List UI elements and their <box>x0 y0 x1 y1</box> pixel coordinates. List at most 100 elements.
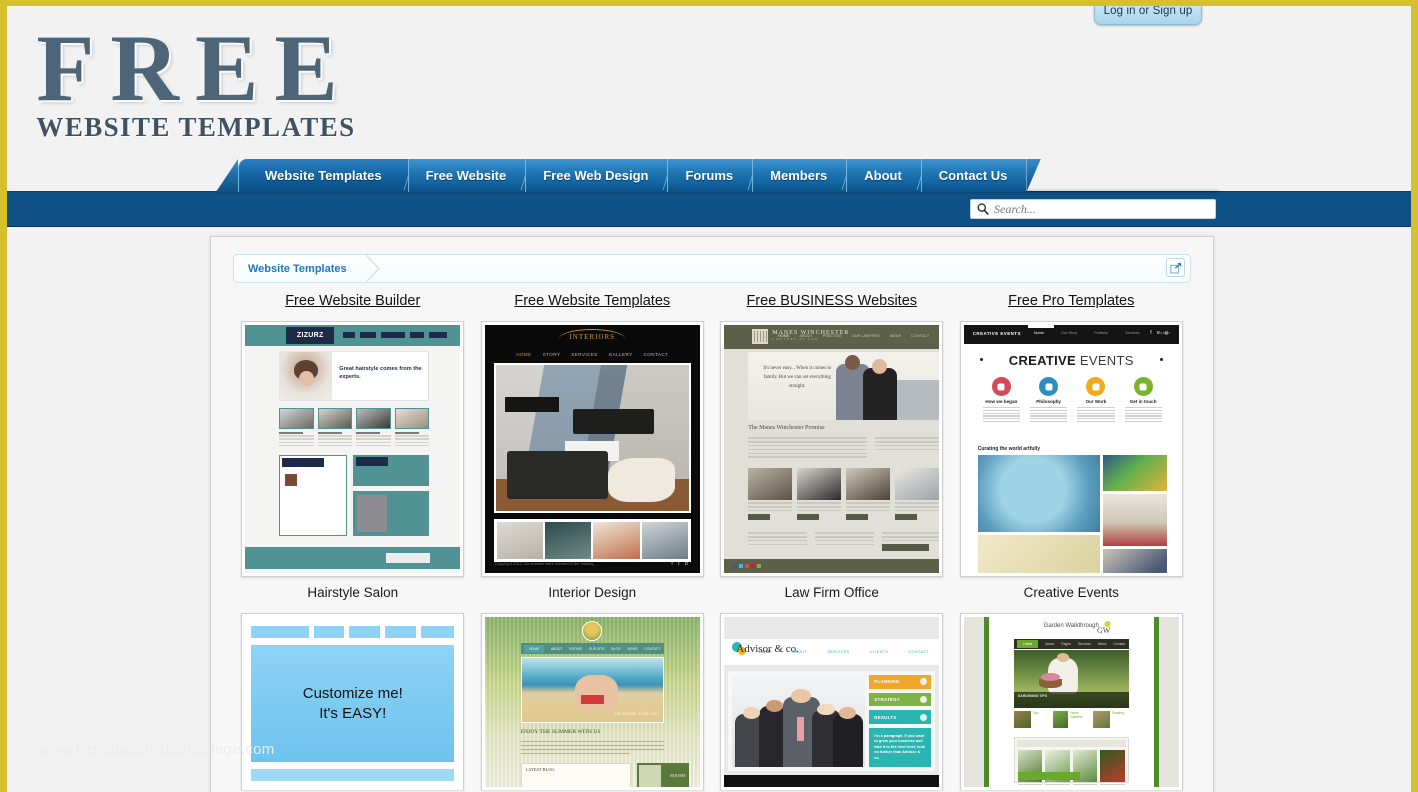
template-name: Interior Design <box>548 585 637 600</box>
category-link-free-website-templates[interactable]: Free Website Templates <box>473 293 713 309</box>
preview-footer <box>724 559 940 573</box>
category-link-free-business-websites[interactable]: Free BUSINESS Websites <box>712 293 952 309</box>
nav-label: Free Web Design <box>543 168 649 183</box>
preview-blurb: I'm a paragraph. If you want to grow you… <box>869 727 932 767</box>
preview-feature-icons: How we began Philosophy Our Work Get in … <box>978 377 1167 424</box>
nav-item-website-templates[interactable]: Website Templates <box>238 159 413 192</box>
preview-headline-2: It's EASY! <box>319 704 387 722</box>
preview-bar-label: PLANNING <box>874 679 900 685</box>
preview-brand: INTERIORS <box>569 333 616 341</box>
template-name: Creative Events <box>1023 585 1119 600</box>
template-preview-interior-design[interactable]: INTERIORS HOME STORY SERVICES GALLERY CONTAC… <box>480 321 704 577</box>
breadcrumb-bar: Website Templates <box>233 254 1191 283</box>
preview-social-icons: f v g <box>1150 330 1170 336</box>
template-preview-creative-events[interactable]: CREATIVE EVENTS Home Our Story Portfolio Se… <box>959 321 1183 577</box>
nav-item-free-web-design[interactable]: Free Web Design <box>525 159 673 192</box>
preview-bar: PLANNING <box>869 675 932 689</box>
preview-nav: HOME ABOUT ROOMS OUR SITE BLOG NEWS CONTACT <box>520 643 664 654</box>
nav-item-free-website[interactable]: Free Website <box>407 159 531 192</box>
preview-cards <box>279 408 430 447</box>
main-navigation: Website Templates Free Website Free Web … <box>216 159 1050 192</box>
preview-bar-label: STRATEGY <box>874 696 901 702</box>
nav-left-edge <box>216 159 238 192</box>
nav-item-forums[interactable]: Forums <box>667 159 758 192</box>
preview-hero-caption: GARDENING TIPS <box>1017 694 1047 698</box>
nav-label: About <box>864 168 902 183</box>
template-card[interactable]: ZIZURZ Great hairstyle comes from the ex… <box>233 321 473 613</box>
content-panel: Website Templates Free Website Builder F… <box>210 236 1214 792</box>
breadcrumb-item-website-templates[interactable]: Website Templates <box>234 255 369 282</box>
preview-headline: Great hairstyle comes from the experts. <box>339 366 422 380</box>
nav-item-members[interactable]: Members <box>752 159 852 192</box>
preview-logo-mark: GW <box>1097 621 1111 635</box>
preview-featured <box>1013 737 1129 787</box>
preview-title-light: EVENTS <box>1079 353 1134 368</box>
preview-hero: It's never easy... When it comes to fami… <box>748 352 940 420</box>
category-link-free-website-builder[interactable]: Free Website Builder <box>233 293 473 309</box>
preview-bar: RESULTS <box>869 710 932 724</box>
preview-title: CREATIVE EVENTS <box>964 353 1179 368</box>
preview-cards <box>748 468 940 521</box>
preview-nav <box>343 332 448 338</box>
template-card[interactable]: MANES WINCHESTER LAWYERS AT LAW HOME ABOU… <box>712 321 952 613</box>
preview-brand: CREATIVE EVENTS <box>972 331 1021 336</box>
preview-social-icons: f t b <box>671 561 690 567</box>
search-box[interactable] <box>970 199 1216 219</box>
nav-item-about[interactable]: About <box>846 159 927 192</box>
preview-thumbnail-strip <box>493 519 691 562</box>
preview-headline: It's never easy... When it comes to fami… <box>763 366 832 389</box>
site-logo: FREE WEBSITE TEMPLATES <box>7 20 1411 142</box>
template-card[interactable]: Garden Walkthrough GW Home About Pages Serv… <box>952 613 1192 790</box>
page-watermark: www.heritagechristiancollege.com <box>39 741 275 758</box>
expand-popout-button[interactable] <box>1166 258 1185 277</box>
preview-feature: How we began <box>978 377 1025 424</box>
chevron-right-icon <box>366 255 380 282</box>
svg-text:GW: GW <box>1097 626 1111 635</box>
preview-nav <box>251 626 455 638</box>
nav-right-edge <box>1026 159 1041 192</box>
template-preview-summer-resort[interactable]: HOME ABOUT ROOMS OUR SITE BLOG NEWS CONTACT th… <box>480 613 704 790</box>
preview-nav: HOME ABOUT SERVICES CLIENTS CONTACT <box>759 650 930 654</box>
logo-secondary-text: WEBSITE TEMPLATES <box>36 112 356 142</box>
preview-blog-title: LATEST BLOG <box>525 767 555 772</box>
preview-title-bold: CREATIVE <box>1008 353 1076 368</box>
nav-label: Forums <box>685 168 734 183</box>
template-card[interactable]: Advisor & co. HOME ABOUT SERVICES CLIENTS CO… <box>712 613 952 790</box>
preview-section-title: ENJOY THE SUMMER WITH US <box>520 729 601 735</box>
preview-headline-1: Customize me! <box>302 684 403 702</box>
preview-sidebar: PLANNING STRATEGY RESULTS I'm a paragrap… <box>869 675 932 767</box>
preview-section: The Manes Winchester Promise <box>748 425 940 458</box>
preview-feature-label: Our Work <box>1085 399 1107 404</box>
category-link-free-pro-templates[interactable]: Free Pro Templates <box>952 293 1192 309</box>
preview-feature-icon <box>1086 377 1106 396</box>
template-name: Law Firm Office <box>784 585 879 600</box>
preview-hero-photo <box>280 352 333 400</box>
template-preview-customize-me[interactable]: Customize me! It's EASY! <box>241 613 465 790</box>
template-card[interactable]: Customize me! It's EASY! <box>233 613 473 790</box>
preview-hero-photo <box>732 675 866 767</box>
template-grid: ZIZURZ Great hairstyle comes from the ex… <box>233 321 1191 790</box>
preview-card-title: Home Gardens <box>1070 711 1083 719</box>
template-preview-advisor-and-co[interactable]: Advisor & co. HOME ABOUT SERVICES CLIENTS CO… <box>720 613 944 790</box>
nav-label: Members <box>770 168 828 183</box>
preview-nav: HOME ABOUT PRACTICE OUR LAWYERS NEWS CONTACT <box>778 334 930 338</box>
preview-brand: ZIZURZ <box>286 327 335 344</box>
preview-feature-icon <box>1039 377 1059 396</box>
preview-block-right-top <box>353 455 430 486</box>
template-card[interactable]: INTERIORS HOME STORY SERVICES GALLERY CONTAC… <box>473 321 713 613</box>
nav-label: Website Templates <box>265 168 382 183</box>
template-name: Hairstyle Salon <box>307 585 399 600</box>
preview-nav: Home About Pages Services News Contact <box>1013 639 1129 649</box>
nav-item-contact-us[interactable]: Contact Us <box>920 159 1027 192</box>
template-preview-garden-walkthrough[interactable]: Garden Walkthrough GW Home About Pages Serv… <box>959 613 1183 790</box>
preview-hero-photo: the sounds of the sea <box>520 657 664 723</box>
template-preview-law-firm-office[interactable]: MANES WINCHESTER LAWYERS AT LAW HOME ABOU… <box>720 321 944 577</box>
preview-feature-label: How we began <box>985 399 1018 404</box>
search-input[interactable] <box>994 201 1204 217</box>
template-card[interactable]: CREATIVE EVENTS Home Our Story Portfolio Se… <box>952 321 1192 613</box>
template-card[interactable]: HOME ABOUT ROOMS OUR SITE BLOG NEWS CONTACT th… <box>473 613 713 790</box>
preview-building-icon <box>752 329 769 344</box>
preview-block-left <box>279 455 348 536</box>
template-preview-hairstyle-salon[interactable]: ZIZURZ Great hairstyle comes from the ex… <box>241 321 465 577</box>
preview-hero-caption: the sounds of the sea <box>615 712 657 717</box>
